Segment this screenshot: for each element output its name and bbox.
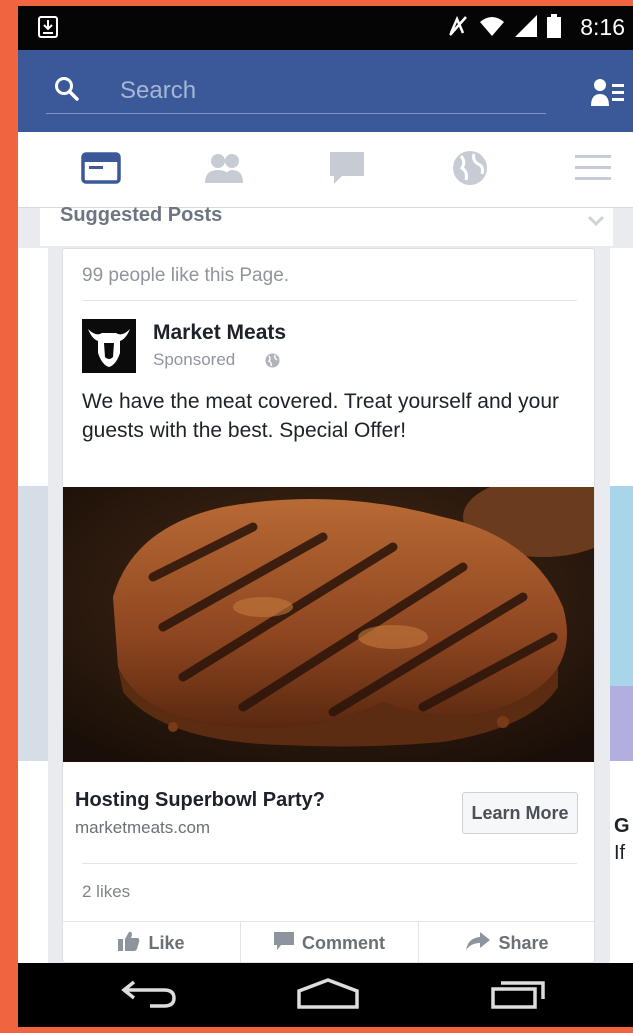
page-logo[interactable] — [82, 319, 136, 373]
globe-icon — [452, 150, 488, 191]
home-icon — [297, 977, 359, 1014]
next-card-image — [610, 486, 633, 686]
comment-label: Comment — [301, 932, 385, 953]
ad-image-steak[interactable] — [63, 487, 594, 762]
previous-card-image — [18, 486, 48, 761]
share-arrow-icon — [466, 931, 491, 955]
status-bar: 8:16 — [18, 6, 633, 50]
comment-button[interactable]: Comment — [241, 922, 419, 962]
post-actions: Like Comment Share — [63, 921, 594, 962]
back-icon — [120, 978, 178, 1013]
share-label: Share — [498, 932, 549, 953]
tab-friends[interactable] — [184, 132, 264, 208]
divider — [82, 300, 577, 301]
search-input[interactable]: Search — [46, 64, 546, 114]
status-icons — [447, 13, 561, 42]
screen: 8:16 Search Suggested Posts G If 99 peop… — [18, 6, 633, 1027]
page-name[interactable]: Market Meats — [153, 321, 286, 345]
ad-headline[interactable]: Hosting Superbowl Party? — [75, 789, 325, 812]
sponsored-label: Sponsored — [153, 350, 236, 369]
like-count[interactable]: 2 likes — [82, 882, 130, 902]
learn-more-button[interactable]: Learn More — [462, 792, 578, 834]
download-icon — [38, 16, 58, 38]
thumbs-up-icon — [118, 931, 140, 956]
tab-news-feed[interactable] — [61, 132, 141, 208]
tab-messages[interactable] — [307, 132, 387, 208]
globe-icon — [265, 353, 280, 373]
next-card-subtitle: If — [614, 842, 626, 864]
home-button[interactable] — [293, 975, 363, 1015]
post-text: We have the meat covered. Treat yourself… — [82, 390, 560, 442]
chat-bubble-icon — [330, 151, 364, 189]
next-card-image-lower — [610, 686, 633, 761]
news-feed: Suggested Posts G If 99 people like this… — [18, 204, 633, 963]
status-time: 8:16 — [580, 14, 625, 40]
ad-domain: marketmeats.com — [75, 818, 211, 837]
signal-icon — [515, 14, 537, 42]
friends-icon — [204, 153, 244, 188]
next-card-title: G — [614, 815, 630, 837]
friend-requests-icon[interactable] — [591, 78, 627, 113]
recents-button[interactable] — [484, 975, 554, 1015]
like-button[interactable]: Like — [63, 922, 241, 962]
next-card-peek[interactable]: G If — [610, 248, 633, 963]
search-placeholder: Search — [120, 77, 197, 104]
tab-more[interactable] — [553, 132, 633, 208]
device-frame: 8:16 Search Suggested Posts G If 99 peop… — [0, 0, 633, 1033]
top-bar: Search — [18, 50, 633, 132]
menu-icon — [575, 154, 611, 187]
like-label: Like — [148, 932, 185, 953]
recents-icon — [491, 977, 547, 1014]
page-likes-text: 99 people like this Page. — [82, 265, 290, 286]
divider — [82, 863, 577, 864]
comment-icon — [273, 931, 294, 955]
battery-icon — [547, 13, 561, 43]
back-button[interactable] — [114, 975, 184, 1015]
previous-card-peek[interactable] — [18, 248, 48, 963]
share-button[interactable]: Share — [419, 922, 594, 962]
sponsored-post-card: 99 people like this Page. Market Meats S… — [62, 248, 595, 963]
chevron-down-icon[interactable] — [587, 214, 605, 232]
suggested-posts-header: Suggested Posts — [40, 204, 613, 246]
tab-notifications[interactable] — [430, 132, 510, 208]
tab-bar — [18, 132, 633, 208]
search-icon — [54, 76, 80, 107]
news-feed-icon — [81, 151, 121, 189]
wifi-icon — [479, 15, 505, 42]
mute-icon — [447, 15, 469, 42]
section-title: Suggested Posts — [60, 204, 223, 226]
android-navigation-bar — [18, 963, 633, 1027]
